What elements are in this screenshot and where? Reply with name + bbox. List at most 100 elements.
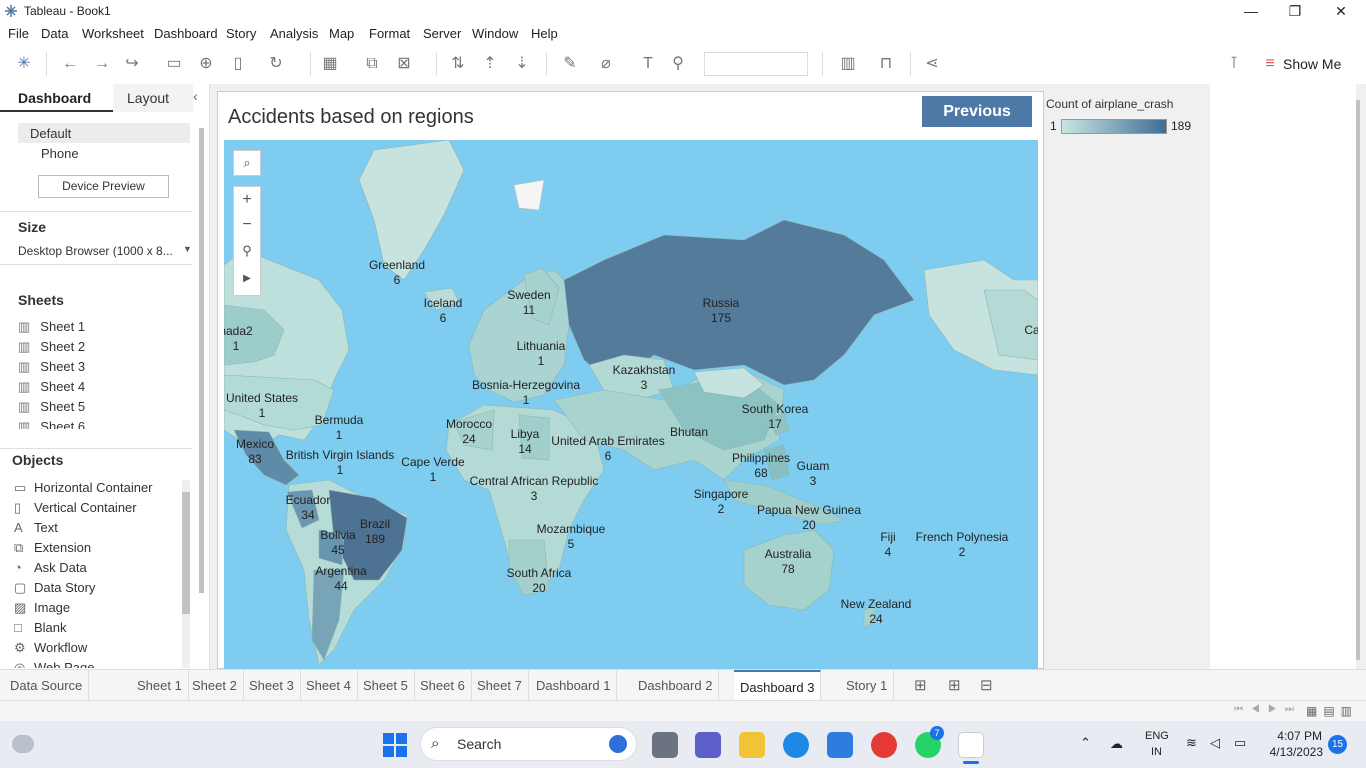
- sort-ascending-icon[interactable]: ⇡: [480, 54, 500, 74]
- object-item[interactable]: ▨ Image: [14, 600, 70, 620]
- sheet-item[interactable]: ▥ Sheet 3: [18, 359, 85, 379]
- tab-dashboard-2[interactable]: Dashboard 2: [632, 670, 720, 701]
- map-label-guam[interactable]: Guam 3: [797, 459, 830, 489]
- tab-sheet-6[interactable]: Sheet 6: [414, 670, 472, 701]
- chevron-down-icon[interactable]: ▼: [183, 244, 192, 254]
- map-label-iceland[interactable]: Iceland 6: [424, 296, 463, 326]
- map-label-cape-verde[interactable]: Cape Verde 1: [401, 455, 464, 485]
- device-default[interactable]: Default: [18, 123, 190, 143]
- map-label-libya[interactable]: Libya 14: [511, 427, 540, 457]
- language-indicator[interactable]: ENG: [1145, 730, 1169, 742]
- object-item[interactable]: A Text: [14, 520, 58, 540]
- whatsapp-icon[interactable]: 7: [915, 726, 944, 758]
- map-label-south-korea[interactable]: South Korea 17: [742, 402, 809, 432]
- redo-icon[interactable]: →: [92, 54, 112, 74]
- duplicate-icon[interactable]: ⧉: [362, 54, 382, 74]
- sheet-item[interactable]: ▥ Sheet 6: [18, 419, 85, 429]
- map-label-philippines[interactable]: Philippines 68: [732, 451, 790, 481]
- labels-icon[interactable]: T: [638, 54, 658, 74]
- clock-date[interactable]: 4/13/2023: [1266, 745, 1323, 759]
- group-icon[interactable]: ⌀: [596, 54, 616, 74]
- tab-dashboard-3[interactable]: Dashboard 3: [734, 670, 822, 701]
- menu-analysis[interactable]: Analysis: [270, 26, 318, 41]
- tab-sheet-5[interactable]: Sheet 5: [357, 670, 415, 701]
- presentation-mode-icon[interactable]: ⊓: [876, 54, 896, 74]
- object-item[interactable]: ◎ Web Page: [14, 660, 94, 668]
- map-label-central-african-republic[interactable]: Central African Republic 3: [470, 474, 599, 504]
- map-label-new-zealand[interactable]: New Zealand 24: [841, 597, 912, 627]
- map-label-morocco[interactable]: Morocco 24: [446, 417, 492, 447]
- color-legend[interactable]: Count of airplane_crash 1 189: [1046, 97, 1210, 137]
- object-item[interactable]: ◔ Ask Data: [14, 560, 87, 580]
- notification-badge[interactable]: 15: [1328, 735, 1347, 754]
- undo-icon[interactable]: ←: [60, 54, 80, 74]
- tableau-taskbar-icon[interactable]: [958, 732, 984, 758]
- sheet-navigation-icons[interactable]: ⏮◀▶⏭: [1234, 704, 1302, 715]
- show-me-button[interactable]: Show Me: [1283, 56, 1341, 72]
- device-preview-button[interactable]: Device Preview: [38, 175, 169, 198]
- teams-icon[interactable]: [695, 732, 721, 758]
- new-worksheet-icon[interactable]: ▦: [320, 54, 340, 74]
- show-cards-icon[interactable]: ▥: [838, 54, 858, 74]
- map-label-bhutan[interactable]: Bhutan: [670, 425, 708, 440]
- world-map[interactable]: ⌕ + − ⚲ ▶ Greenland 6 Iceland 6 Sweden 11 Russ…: [224, 140, 1038, 670]
- size-dropdown[interactable]: Desktop Browser (1000 x 8...: [18, 244, 173, 258]
- chevron-up-icon[interactable]: ⌃: [1080, 735, 1091, 751]
- sort-descending-icon[interactable]: ⇣: [512, 54, 532, 74]
- new-datasource-icon[interactable]: ⊕: [196, 54, 216, 74]
- menu-format[interactable]: Format: [369, 26, 410, 41]
- file-explorer-icon[interactable]: [739, 732, 765, 758]
- menu-help[interactable]: Help: [531, 26, 558, 41]
- map-label-bolivia[interactable]: Bolivia 45: [320, 528, 355, 558]
- tab-dashboard-1[interactable]: Dashboard 1: [530, 670, 618, 701]
- menu-server[interactable]: Server: [423, 26, 461, 41]
- pause-updates-icon[interactable]: ▯: [228, 54, 248, 74]
- map-label-russia[interactable]: Russia 175: [703, 296, 740, 326]
- wifi-icon[interactable]: ≋: [1186, 735, 1197, 751]
- menu-dashboard[interactable]: Dashboard: [154, 26, 218, 41]
- tab-sheet-4[interactable]: Sheet 4: [300, 670, 358, 701]
- menu-data[interactable]: Data: [41, 26, 68, 41]
- tab-dashboard[interactable]: Dashboard: [0, 84, 113, 112]
- menu-file[interactable]: File: [8, 26, 29, 41]
- menu-story[interactable]: Story: [226, 26, 256, 41]
- tableau-home-icon[interactable]: ✳: [14, 54, 34, 74]
- canvas-scrollbar[interactable]: [1356, 100, 1360, 660]
- map-label-brazil[interactable]: Brazil 189: [360, 517, 390, 547]
- previous-button[interactable]: Previous: [922, 96, 1032, 127]
- objects-scrollbar[interactable]: [182, 480, 190, 668]
- map-label-mozambique[interactable]: Mozambique 5: [537, 522, 606, 552]
- swap-icon[interactable]: ⇅: [448, 54, 468, 74]
- refresh-icon[interactable]: ↻: [266, 54, 286, 74]
- minimize-button[interactable]: —: [1228, 0, 1274, 22]
- collapse-pane-icon[interactable]: ‹: [193, 88, 198, 104]
- new-story-tab-icon[interactable]: ⊟: [980, 676, 993, 694]
- pin-icon[interactable]: ⚲: [234, 237, 260, 264]
- close-button[interactable]: ✕: [1318, 0, 1364, 22]
- save-icon[interactable]: ▭: [164, 54, 184, 74]
- sheet-item[interactable]: ▥ Sheet 5: [18, 399, 85, 419]
- restore-button[interactable]: ❐: [1272, 0, 1318, 22]
- play-icon[interactable]: ▶: [234, 264, 260, 294]
- object-item[interactable]: □ Blank: [14, 620, 67, 640]
- replay-icon[interactable]: ↪: [122, 54, 142, 74]
- tab-sheet-3[interactable]: Sheet 3: [243, 670, 301, 701]
- menu-worksheet[interactable]: Worksheet: [82, 26, 144, 41]
- onedrive-icon[interactable]: ☁: [1110, 736, 1123, 752]
- fix-axes-icon[interactable]: ⚲: [668, 54, 688, 74]
- device-phone[interactable]: Phone: [41, 146, 79, 161]
- object-item[interactable]: ⚙ Workflow: [14, 640, 87, 660]
- sheet-item[interactable]: ▥ Sheet 1: [18, 319, 85, 339]
- clear-sheet-icon[interactable]: ⊠: [394, 54, 414, 74]
- map-label-singapore[interactable]: Singapore 2: [694, 487, 749, 517]
- object-item[interactable]: ▯ Vertical Container: [14, 500, 137, 520]
- map-label-argentina[interactable]: Argentina 44: [315, 564, 366, 594]
- sheet-item[interactable]: ▥ Sheet 4: [18, 379, 85, 399]
- highlight-icon[interactable]: ✎: [560, 54, 580, 74]
- map-label-papua-new-guinea[interactable]: Papua New Guinea 20: [757, 503, 861, 533]
- format-painter-icon[interactable]: ⊺: [1224, 54, 1244, 74]
- map-label-greenland[interactable]: Greenland 6: [369, 258, 425, 288]
- sheet-item[interactable]: ▥ Sheet 2: [18, 339, 85, 359]
- tab-sheet-1[interactable]: Sheet 1: [131, 670, 189, 701]
- map-label-south-africa[interactable]: South Africa 20: [507, 566, 572, 596]
